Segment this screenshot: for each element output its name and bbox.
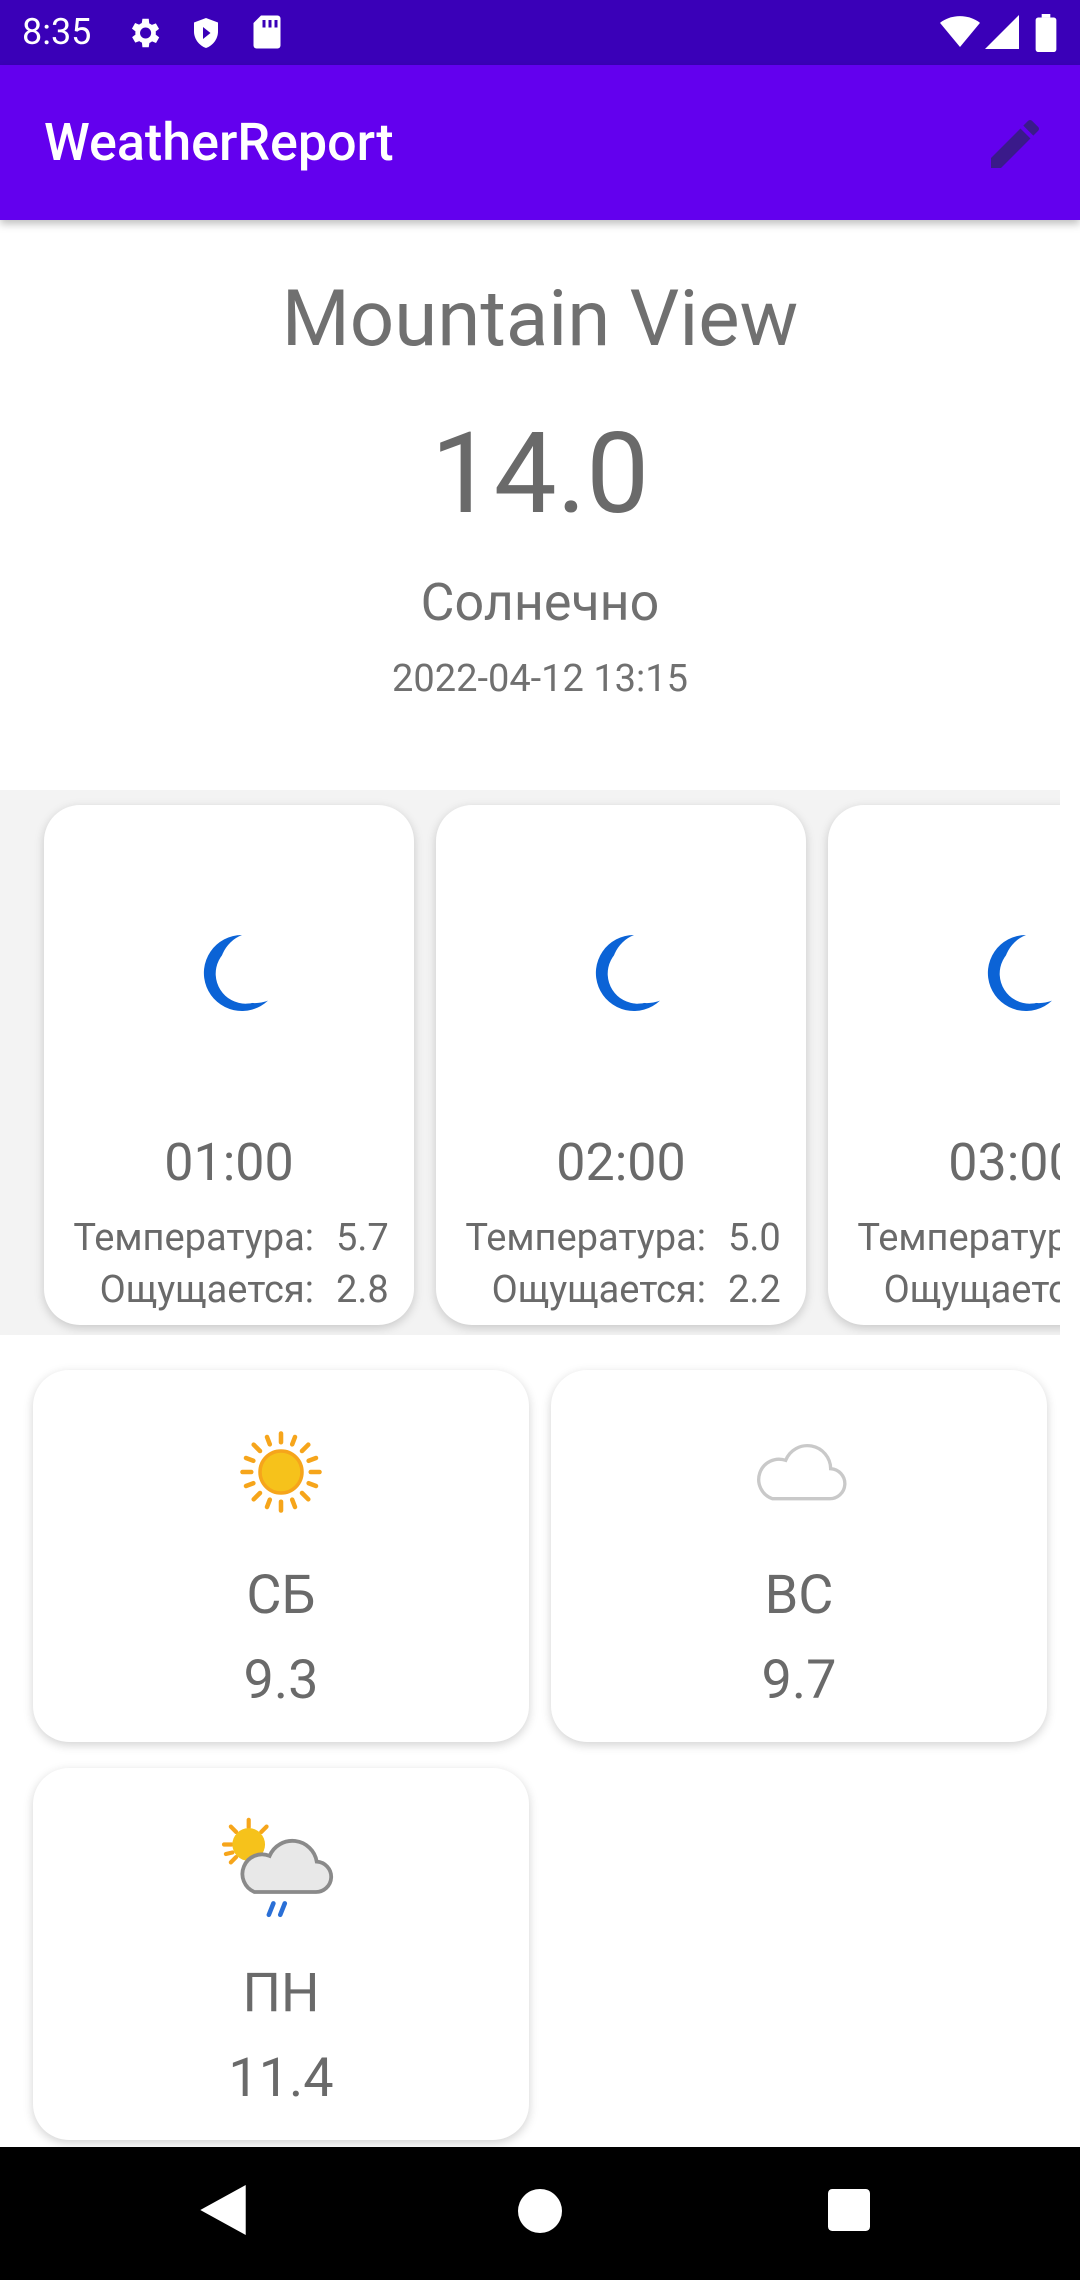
recents-icon	[828, 2189, 870, 2231]
feels-label: Ощущается:	[491, 1268, 706, 1312]
signal-icon	[985, 14, 1019, 54]
shield-icon	[188, 14, 224, 56]
settings-icon	[125, 14, 163, 56]
hour-card[interactable]: 02:00 Температура: 5.0 Ощущается: 2.2	[436, 805, 806, 1325]
cloud-icon	[757, 1443, 847, 1501]
moon-icon	[595, 934, 660, 1011]
hour-time: 01:00	[164, 1132, 294, 1193]
temperature-label: Температура:	[73, 1216, 314, 1260]
update-datetime: 2022-04-12 13:15	[392, 657, 688, 701]
day-card[interactable]: ПН 11.4	[33, 1768, 529, 2140]
hourly-forecast-list[interactable]: 01:00 Температура: 5.7 Ощущается: 2.8 02…	[0, 790, 1060, 1335]
day-name: СБ	[246, 1564, 316, 1627]
day-card[interactable]: СБ 9.3	[33, 1370, 529, 1742]
day-temperature: 9.3	[243, 1649, 319, 1712]
app-bar: WeatherReport	[0, 65, 1080, 220]
hour-card[interactable]: 03:00 Температура: Ощущается:	[828, 805, 1060, 1325]
temperature-value: 5.7	[336, 1216, 389, 1260]
hour-card[interactable]: 01:00 Температура: 5.7 Ощущается: 2.8	[44, 805, 414, 1325]
feels-value: 2.2	[728, 1268, 781, 1312]
day-temperature: 11.4	[228, 2047, 334, 2110]
day-card[interactable]: ВС 9.7	[551, 1370, 1047, 1742]
day-name: ПН	[242, 1962, 320, 2025]
day-name: ВС	[764, 1564, 834, 1627]
status-time: 8:35	[22, 11, 92, 53]
temperature-label: Температура:	[465, 1216, 706, 1260]
city-name: Mountain View	[281, 274, 799, 365]
feels-label: Ощущается:	[883, 1268, 1060, 1312]
moon-icon	[203, 934, 268, 1011]
sun-cloud-rain-icon	[221, 1817, 334, 1918]
wifi-icon	[940, 14, 980, 54]
home-button[interactable]	[518, 2189, 562, 2237]
app-title: WeatherReport	[44, 112, 394, 173]
home-icon	[518, 2189, 562, 2233]
hour-time: 03:00	[948, 1132, 1060, 1193]
edit-button[interactable]	[983, 112, 1047, 176]
moon-icon	[987, 934, 1052, 1011]
recents-button[interactable]	[828, 2189, 870, 2235]
sd-card-icon	[252, 14, 282, 54]
edit-icon	[991, 120, 1039, 168]
feels-value: 2.8	[336, 1268, 389, 1312]
sun-icon	[240, 1431, 322, 1513]
temperature-value: 5.0	[728, 1216, 781, 1260]
back-button[interactable]	[200, 2185, 246, 2239]
feels-label: Ощущается:	[99, 1268, 314, 1312]
battery-icon	[1035, 14, 1057, 56]
temperature-label: Температура:	[857, 1216, 1060, 1260]
navigation-bar	[0, 2147, 1080, 2280]
day-temperature: 9.7	[761, 1649, 837, 1712]
current-condition: Солнечно	[420, 572, 660, 633]
back-icon	[200, 2185, 246, 2235]
current-temperature: 14.0	[430, 409, 650, 540]
status-bar: 8:35	[0, 0, 1080, 65]
hour-time: 02:00	[556, 1132, 686, 1193]
